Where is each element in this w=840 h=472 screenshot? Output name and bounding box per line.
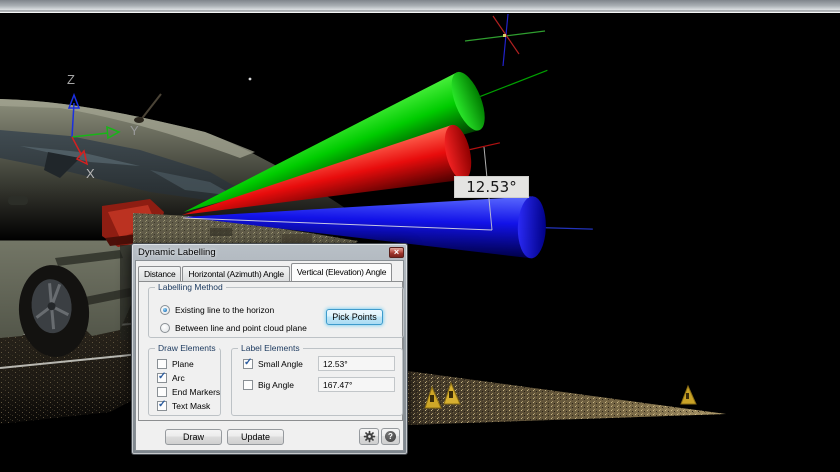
radio-between-line-and-point-cloud-plane[interactable]: Between line and point cloud plane (160, 323, 307, 333)
settings-button[interactable] (359, 428, 379, 445)
radio-label: Between line and point cloud plane (175, 323, 307, 333)
application-window: Z Y X 12.53° Dynamic Labelling × Distanc… (0, 0, 840, 472)
checkbox[interactable] (157, 401, 167, 411)
tab-strip: Distance Horizontal (Azimuth) Angle Vert… (138, 263, 401, 281)
dynamic-labelling-dialog[interactable]: Dynamic Labelling × Distance Horizontal … (131, 243, 408, 455)
radio-button[interactable] (160, 323, 170, 333)
window-chrome-bar (0, 0, 840, 13)
view-axis-crosshair (465, 14, 545, 66)
dialog-title: Dynamic Labelling (138, 247, 216, 258)
draw-button[interactable]: Draw (165, 429, 222, 445)
radio-button[interactable] (160, 305, 170, 315)
tab-page-vertical-elevation: Labelling Method Existing line to the ho… (138, 281, 403, 421)
dialog-titlebar[interactable]: Dynamic Labelling (135, 246, 404, 260)
car-antenna (140, 94, 161, 121)
checkbox-arc[interactable]: Arc (157, 373, 185, 383)
draw-elements-group: Draw Elements Plane Arc End Markers (148, 348, 221, 416)
checkbox[interactable] (157, 387, 167, 397)
radio-label: Existing line to the horizon (175, 305, 274, 315)
big-angle-value-field[interactable]: 167.47° (318, 377, 395, 392)
small-angle-value-field[interactable]: 12.53° (318, 356, 395, 371)
road-point-cloud (408, 371, 726, 425)
tab-distance[interactable]: Distance (138, 266, 181, 281)
stray-point (249, 78, 252, 81)
close-icon[interactable]: × (389, 247, 404, 258)
angle-measurement-label: 12.53° (454, 176, 529, 198)
checkbox[interactable] (157, 359, 167, 369)
checkbox[interactable] (243, 359, 253, 369)
dialog-client-area: Distance Horizontal (Azimuth) Angle Vert… (135, 260, 404, 451)
evidence-marker (681, 386, 696, 404)
door-handle (8, 196, 28, 205)
labelling-method-legend: Labelling Method (155, 282, 226, 292)
gear-icon (363, 430, 376, 443)
help-icon: ? (385, 431, 396, 442)
tab-vertical-elevation-angle[interactable]: Vertical (Elevation) Angle (291, 263, 392, 281)
checkbox-plane[interactable]: Plane (157, 359, 194, 369)
axis-y-label: Y (130, 123, 139, 138)
label-elements-legend: Label Elements (238, 343, 303, 353)
pick-points-button[interactable]: Pick Points (326, 309, 383, 325)
3d-viewport[interactable]: Z Y X (0, 0, 840, 472)
checkbox[interactable] (243, 380, 253, 390)
checkbox-small-angle[interactable]: Small Angle (243, 359, 303, 369)
axis-x-label: X (86, 166, 95, 181)
checkbox-big-angle[interactable]: Big Angle (243, 380, 294, 390)
checkbox-text-mask[interactable]: Text Mask (157, 401, 210, 411)
label-elements-group: Label Elements Small Angle 12.53° Big An… (231, 348, 403, 416)
checkbox[interactable] (157, 373, 167, 383)
radio-existing-line-to-horizon[interactable]: Existing line to the horizon (160, 305, 274, 315)
checkbox-end-markers[interactable]: End Markers (157, 387, 220, 397)
help-button[interactable]: ? (381, 428, 400, 445)
labelling-method-group: Labelling Method Existing line to the ho… (148, 287, 404, 338)
tab-horizontal-azimuth-angle[interactable]: Horizontal (Azimuth) Angle (182, 266, 289, 281)
draw-elements-legend: Draw Elements (155, 343, 219, 353)
update-button[interactable]: Update (227, 429, 284, 445)
axis-z-label: Z (67, 72, 75, 87)
